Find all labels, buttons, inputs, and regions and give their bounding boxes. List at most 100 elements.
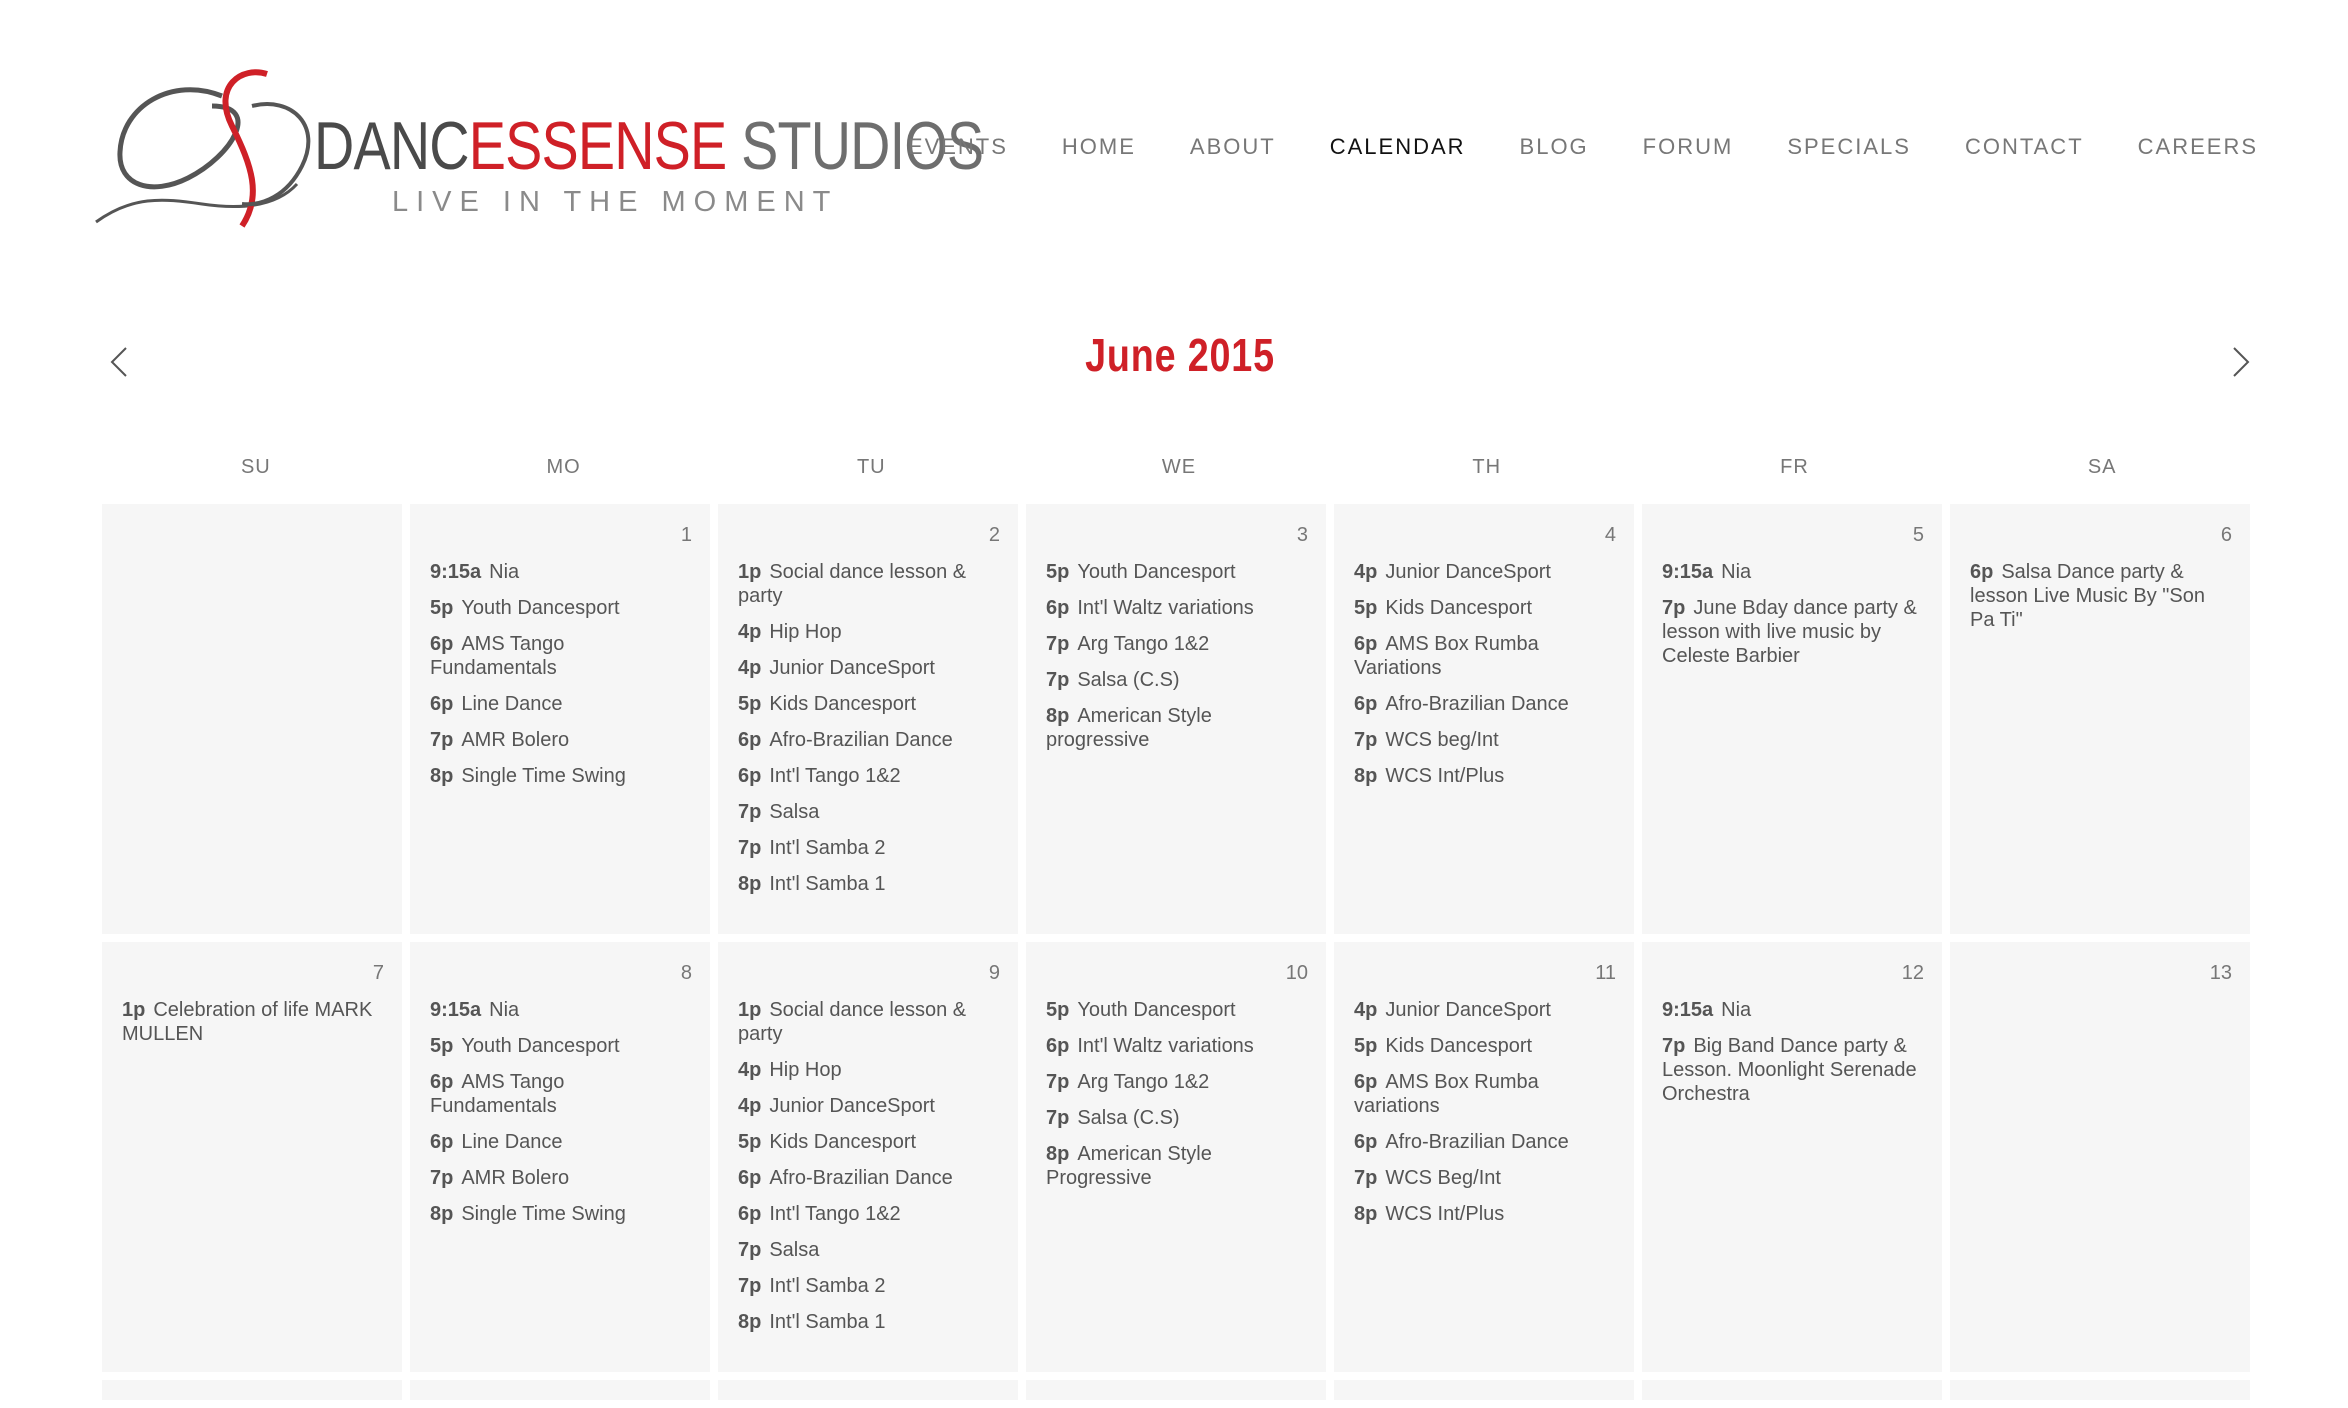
calendar-day-cell[interactable] (410, 1380, 710, 1400)
calendar-day-cell[interactable]: 12 9:15a Nia 7p Big Band Dance party & Lesso… (1642, 942, 1942, 1372)
calendar-event[interactable]: 8p American Style progressive (1046, 704, 1308, 752)
calendar-day-cell[interactable]: 4 4p Junior DanceSport 5p Kids Dancesport 6p A… (1334, 504, 1634, 934)
calendar-event[interactable]: 8p WCS Int/Plus (1354, 764, 1616, 788)
calendar-event[interactable]: 6p Salsa Dance party & lesson Live Music … (1970, 560, 2232, 632)
calendar-event[interactable]: 1p Social dance lesson & party (738, 560, 1000, 608)
calendar-event[interactable]: 7p AMR Bolero (430, 1166, 692, 1190)
calendar-day-cell[interactable]: 9 1p Social dance lesson & party 4p Hip Hop 4… (718, 942, 1018, 1372)
calendar-event[interactable]: 4p Junior DanceSport (1354, 998, 1616, 1022)
calendar-event[interactable]: 7p Arg Tango 1&2 (1046, 1070, 1308, 1094)
calendar-event[interactable]: 5p Kids Dancesport (738, 1130, 1000, 1154)
calendar-event[interactable]: 7p WCS beg/Int (1354, 728, 1616, 752)
calendar-day-cell[interactable]: 11 4p Junior DanceSport 5p Kids Dancesport 6p… (1334, 942, 1634, 1372)
calendar-event[interactable]: 5p Youth Dancesport (1046, 998, 1308, 1022)
event-time: 7p (1046, 633, 1070, 655)
nav-item-calendar[interactable]: CALENDAR (1330, 134, 1466, 160)
calendar-day-cell[interactable]: 3 5p Youth Dancesport 6p Int'l Waltz variati… (1026, 504, 1326, 934)
event-time: 7p (1046, 1071, 1070, 1093)
calendar-event[interactable]: 4p Junior DanceSport (738, 656, 1000, 680)
calendar-event[interactable]: 6p AMS Tango Fundamentals (430, 1070, 692, 1118)
calendar-event[interactable]: 6p Int'l Tango 1&2 (738, 764, 1000, 788)
event-time: 7p (738, 1239, 762, 1261)
calendar-event[interactable]: 6p Afro-Brazilian Dance (1354, 1130, 1616, 1154)
calendar-event[interactable]: 6p Line Dance (430, 692, 692, 716)
event-time: 6p (1354, 633, 1378, 655)
calendar-event[interactable]: 7p AMR Bolero (430, 728, 692, 752)
nav-item-home[interactable]: HOME (1062, 134, 1136, 160)
calendar-event[interactable]: 7p Int'l Samba 2 (738, 836, 1000, 860)
event-title: Junior DanceSport (769, 1095, 935, 1117)
calendar-event[interactable]: 8p WCS Int/Plus (1354, 1202, 1616, 1226)
nav-item-careers[interactable]: CAREERS (2138, 134, 2258, 160)
calendar-event[interactable]: 4p Hip Hop (738, 1058, 1000, 1082)
calendar-event[interactable]: 5p Kids Dancesport (1354, 1034, 1616, 1058)
calendar-day-cell[interactable] (1334, 1380, 1634, 1400)
calendar-event[interactable]: 8p American Style Progressive (1046, 1142, 1308, 1190)
event-time: 4p (1354, 561, 1378, 583)
calendar-event[interactable]: 8p Single Time Swing (430, 764, 692, 788)
calendar-day-cell[interactable]: 8 9:15a Nia 5p Youth Dancesport 6p AMS Tango F… (410, 942, 710, 1372)
calendar-event[interactable]: 5p Youth Dancesport (1046, 560, 1308, 584)
calendar-event[interactable]: 6p Afro-Brazilian Dance (738, 728, 1000, 752)
calendar-event[interactable]: 7p Arg Tango 1&2 (1046, 632, 1308, 656)
calendar-day-cell[interactable]: 7 1p Celebration of life MARK MULLEN (102, 942, 402, 1372)
nav-item-events[interactable]: EVENTS (908, 134, 1008, 160)
calendar-event[interactable]: 7p Big Band Dance party & Lesson. Moonlig… (1662, 1034, 1924, 1106)
calendar-event[interactable]: 7p Salsa (C.S) (1046, 1106, 1308, 1130)
calendar-event[interactable]: 7p June Bday dance party & lesson with li… (1662, 596, 1924, 668)
calendar-event[interactable]: 5p Kids Dancesport (738, 692, 1000, 716)
calendar-day-cell[interactable]: 13 (1950, 942, 2250, 1372)
chevron-left-icon[interactable] (100, 342, 140, 382)
calendar-day-cell[interactable]: 5 9:15a Nia 7p June Bday dance party & lesso… (1642, 504, 1942, 934)
calendar-day-cell[interactable]: 2 1p Social dance lesson & party 4p Hip Hop 4… (718, 504, 1018, 934)
calendar-event[interactable]: 6p AMS Box Rumba variations (1354, 1070, 1616, 1118)
calendar-event[interactable]: 7p Salsa (C.S) (1046, 668, 1308, 692)
calendar-event[interactable]: 1p Social dance lesson & party (738, 998, 1000, 1046)
calendar-event[interactable]: 8p Single Time Swing (430, 1202, 692, 1226)
calendar-event[interactable]: 6p AMS Tango Fundamentals (430, 632, 692, 680)
nav-item-forum[interactable]: FORUM (1643, 134, 1734, 160)
calendar-event[interactable]: 7p Int'l Samba 2 (738, 1274, 1000, 1298)
calendar-event[interactable]: 6p Int'l Waltz variations (1046, 1034, 1308, 1058)
calendar-day-cell[interactable] (1642, 1380, 1942, 1400)
calendar-event[interactable]: 5p Kids Dancesport (1354, 596, 1616, 620)
calendar-day-cell[interactable] (1026, 1380, 1326, 1400)
calendar-event[interactable]: 6p Line Dance (430, 1130, 692, 1154)
calendar-event[interactable]: 4p Junior DanceSport (1354, 560, 1616, 584)
calendar-event[interactable]: 4p Hip Hop (738, 620, 1000, 644)
calendar-event[interactable]: 6p Int'l Tango 1&2 (738, 1202, 1000, 1226)
calendar-day-cell[interactable] (102, 504, 402, 934)
logo[interactable]: DANCESSENSE STUDIOS LIVE IN THE MOMENT (92, 66, 984, 236)
calendar-event[interactable]: 4p Junior DanceSport (738, 1094, 1000, 1118)
calendar-event[interactable]: 6p Afro-Brazilian Dance (738, 1166, 1000, 1190)
calendar-event[interactable]: 8p Int'l Samba 1 (738, 872, 1000, 896)
calendar-event[interactable]: 6p Int'l Waltz variations (1046, 596, 1308, 620)
chevron-right-icon[interactable] (2220, 342, 2260, 382)
event-title: AMS Box Rumba variations (1354, 1071, 1539, 1117)
nav-item-contact[interactable]: CONTACT (1965, 134, 2084, 160)
calendar-day-cell[interactable] (1950, 1380, 2250, 1400)
calendar-event[interactable]: 6p AMS Box Rumba Variations (1354, 632, 1616, 680)
calendar-day-cell[interactable]: 1 9:15a Nia 5p Youth Dancesport 6p AMS Tango F… (410, 504, 710, 934)
calendar-event[interactable]: 9:15a Nia (430, 560, 692, 584)
event-time: 7p (1662, 597, 1686, 619)
calendar-day-cell[interactable]: 6 6p Salsa Dance party & lesson Live Music… (1950, 504, 2250, 934)
calendar-event[interactable]: 5p Youth Dancesport (430, 1034, 692, 1058)
calendar-event[interactable]: 6p Afro-Brazilian Dance (1354, 692, 1616, 716)
calendar-event[interactable]: 5p Youth Dancesport (430, 596, 692, 620)
calendar-day-cell[interactable] (102, 1380, 402, 1400)
calendar-event[interactable]: 9:15a Nia (430, 998, 692, 1022)
calendar-event[interactable]: 7p WCS Beg/Int (1354, 1166, 1616, 1190)
calendar-event[interactable]: 7p Salsa (738, 800, 1000, 824)
calendar-event[interactable]: 8p Int'l Samba 1 (738, 1310, 1000, 1334)
nav-item-about[interactable]: ABOUT (1190, 134, 1276, 160)
nav-item-blog[interactable]: BLOG (1520, 134, 1589, 160)
event-title: Salsa (769, 801, 820, 823)
nav-item-specials[interactable]: SPECIALS (1787, 134, 1911, 160)
calendar-event[interactable]: 9:15a Nia (1662, 560, 1924, 584)
calendar-event[interactable]: 7p Salsa (738, 1238, 1000, 1262)
calendar-event[interactable]: 1p Celebration of life MARK MULLEN (122, 998, 384, 1046)
calendar-event[interactable]: 9:15a Nia (1662, 998, 1924, 1022)
calendar-day-cell[interactable] (718, 1380, 1018, 1400)
calendar-day-cell[interactable]: 10 5p Youth Dancesport 6p Int'l Waltz variat… (1026, 942, 1326, 1372)
